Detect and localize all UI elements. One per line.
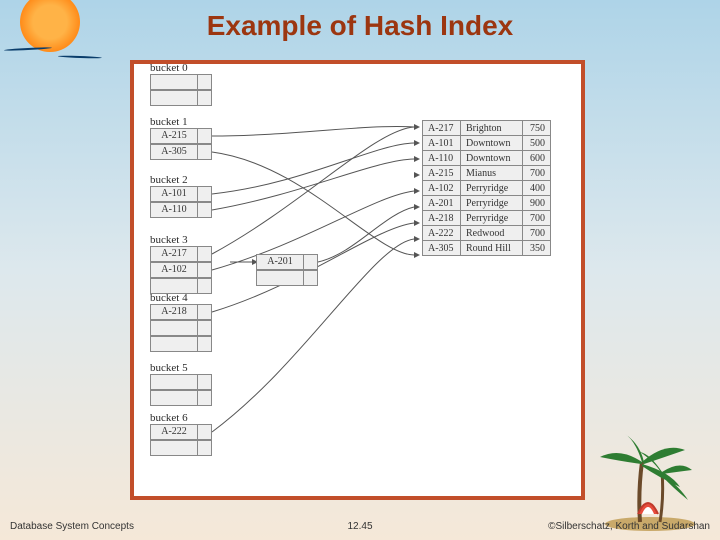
table-row: A-110Downtown600 (423, 151, 551, 166)
bucket-entry: A-102 (150, 262, 198, 278)
bucket-entry: A-218 (150, 304, 198, 320)
arrowhead (414, 140, 420, 146)
bucket-entry: A-217 (150, 246, 198, 262)
table-cell: A-305 (423, 241, 461, 256)
diagram-frame: bucket 0 bucket 1 A-215 A-305 bucket 2 A… (130, 60, 585, 500)
arrowhead (414, 204, 420, 210)
pointer-slot (198, 90, 212, 106)
table-cell: A-222 (423, 226, 461, 241)
slide-title: Example of Hash Index (0, 10, 720, 42)
table-cell: 400 (523, 181, 551, 196)
bucket-label: bucket 2 (150, 174, 188, 186)
overflow-slot (256, 270, 304, 286)
table-cell: 700 (523, 211, 551, 226)
palm-decoration (580, 432, 700, 532)
bucket-entry: A-215 (150, 128, 198, 144)
hash-index-diagram: bucket 0 bucket 1 A-215 A-305 bucket 2 A… (134, 64, 581, 496)
bucket-label: bucket 5 (150, 362, 188, 374)
table-cell: Perryridge (461, 211, 523, 226)
table-cell: Downtown (461, 136, 523, 151)
bucket-label: bucket 3 (150, 234, 188, 246)
table-cell: Mianus (461, 166, 523, 181)
table-cell: 500 (523, 136, 551, 151)
table-cell: Downtown (461, 151, 523, 166)
pointer-slot (198, 262, 212, 278)
table-cell: A-101 (423, 136, 461, 151)
bucket-label: bucket 0 (150, 62, 188, 74)
table-row: A-102Perryridge400 (423, 181, 551, 196)
pointer-slot (198, 202, 212, 218)
table-cell: 700 (523, 166, 551, 181)
table-row: A-222Redwood700 (423, 226, 551, 241)
pointer-slot (198, 278, 212, 294)
bucket-label: bucket 6 (150, 412, 188, 424)
table-cell: 600 (523, 151, 551, 166)
bucket-entry: A-222 (150, 424, 198, 440)
bucket-label: bucket 1 (150, 116, 188, 128)
pointer-slot (198, 390, 212, 406)
table-cell: Perryridge (461, 181, 523, 196)
table-cell: 700 (523, 226, 551, 241)
arrowhead (414, 188, 420, 194)
arrowhead (414, 172, 420, 178)
table-cell: Brighton (461, 121, 523, 136)
pointer-slot (198, 304, 212, 320)
bucket-slot (150, 336, 198, 352)
bucket-slot (150, 440, 198, 456)
pointer-slot (198, 320, 212, 336)
table-cell: 750 (523, 121, 551, 136)
pointer-slot (198, 336, 212, 352)
footer-right: ©Silberschatz, Korth and Sudarshan (548, 521, 710, 532)
arrowhead (414, 252, 420, 258)
table-row: A-218Perryridge700 (423, 211, 551, 226)
wave-decoration (58, 55, 102, 59)
table-cell: A-102 (423, 181, 461, 196)
bucket-slot (150, 390, 198, 406)
table-row: A-305Round Hill350 (423, 241, 551, 256)
records-table: A-217Brighton750A-101Downtown500A-110Dow… (422, 120, 551, 256)
pointer-slot (304, 254, 318, 270)
arrowhead (414, 156, 420, 162)
table-row: A-101Downtown500 (423, 136, 551, 151)
table-cell: A-217 (423, 121, 461, 136)
bucket-label: bucket 4 (150, 292, 188, 304)
pointer-slot (198, 374, 212, 390)
table-cell: Round Hill (461, 241, 523, 256)
bucket-slot (150, 374, 198, 390)
arrowhead (414, 236, 420, 242)
table-cell: A-110 (423, 151, 461, 166)
table-row: A-201Perryridge900 (423, 196, 551, 211)
table-cell: A-215 (423, 166, 461, 181)
pointer-slot (198, 246, 212, 262)
pointer-slot (198, 440, 212, 456)
bucket-slot (150, 74, 198, 90)
bucket-slot (150, 90, 198, 106)
arrowhead (414, 220, 420, 226)
table-cell: A-218 (423, 211, 461, 226)
table-row: A-215Mianus700 (423, 166, 551, 181)
table-cell: 900 (523, 196, 551, 211)
table-cell: Redwood (461, 226, 523, 241)
table-cell: Perryridge (461, 196, 523, 211)
overflow-entry: A-201 (256, 254, 304, 270)
arrowhead (414, 124, 420, 130)
pointer-slot (304, 270, 318, 286)
bucket-entry: A-305 (150, 144, 198, 160)
pointer-slot (198, 424, 212, 440)
pointer-slot (198, 128, 212, 144)
pointer-slot (198, 186, 212, 202)
pointer-slot (198, 144, 212, 160)
bucket-entry: A-101 (150, 186, 198, 202)
bucket-slot (150, 320, 198, 336)
pointer-slot (198, 74, 212, 90)
table-row: A-217Brighton750 (423, 121, 551, 136)
bucket-entry: A-110 (150, 202, 198, 218)
table-cell: 350 (523, 241, 551, 256)
table-cell: A-201 (423, 196, 461, 211)
